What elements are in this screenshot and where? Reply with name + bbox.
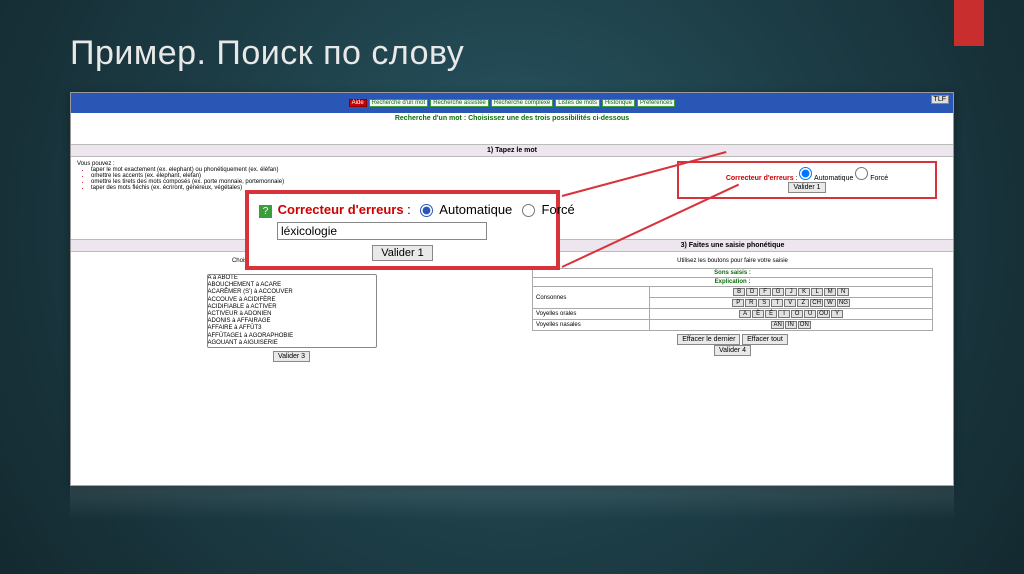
auto-label: Automatique <box>814 175 853 182</box>
key-button[interactable]: G <box>772 288 784 296</box>
key-button[interactable]: P <box>732 299 744 307</box>
slide-shadow <box>70 480 954 520</box>
page-subtitle: Recherche d'un mot : Choisissez une des … <box>71 113 953 124</box>
key-button[interactable]: O <box>791 310 803 318</box>
key-button[interactable]: È <box>752 310 764 318</box>
cons-keys-1[interactable]: BDFGJKLMN <box>653 288 929 296</box>
valider3-button[interactable]: Valider 3 <box>273 351 310 362</box>
force-label: Forcé <box>870 175 888 182</box>
key-button[interactable]: CH <box>810 299 823 307</box>
nav-listes[interactable]: Listes de mots <box>555 99 600 107</box>
key-button[interactable]: S <box>758 299 770 307</box>
sons-row: Sons saisis : <box>533 269 933 278</box>
key-button[interactable]: Y <box>831 310 843 318</box>
nav-recherche-assistee[interactable]: Recherche assistée <box>430 99 489 107</box>
top-bar: Aide Recherche d'un mot Recherche assist… <box>71 93 953 113</box>
slide-title: Пример. Поиск по слову <box>70 34 464 73</box>
key-button[interactable]: U <box>804 310 816 318</box>
auto-radio-small[interactable] <box>799 167 812 180</box>
correcteur-label: Correcteur d'erreurs <box>726 175 794 182</box>
force-radio-small[interactable] <box>855 167 868 180</box>
list-item: ACTIVEUR à ADONIEN <box>208 311 376 318</box>
key-button[interactable]: ON <box>798 321 811 329</box>
key-button[interactable]: K <box>798 288 810 296</box>
list-item: AGOUANT à AIGUISERIE <box>208 340 376 347</box>
list-item: AFFÛTAGE1 à AGORAPHOBIE <box>208 333 376 340</box>
list-item: A à ABOTE <box>208 275 376 282</box>
valider1-button-small[interactable]: Valider 1 <box>788 182 825 193</box>
valider1-button[interactable]: Valider 1 <box>372 245 433 261</box>
cons-keys-2[interactable]: PRSTVZCHWNG <box>653 299 929 307</box>
key-button[interactable]: I <box>778 310 790 318</box>
key-button[interactable]: W <box>824 299 836 307</box>
nav-aide[interactable]: Aide <box>349 99 367 107</box>
correcteur-callout: ? Correcteur d'erreurs : Automatique For… <box>245 190 560 270</box>
help-icon[interactable]: ? <box>259 205 272 218</box>
key-button[interactable]: B <box>733 288 745 296</box>
key-button[interactable]: J <box>785 288 797 296</box>
key-button[interactable]: R <box>745 299 757 307</box>
slide-accent <box>954 0 984 46</box>
key-button[interactable]: Z <box>797 299 809 307</box>
key-button[interactable]: É <box>765 310 777 318</box>
list-item: ACCOUVE à ACIDIFÈRE <box>208 297 376 304</box>
nav-recherche-complexe[interactable]: Recherche complexe <box>491 99 553 107</box>
key-button[interactable]: D <box>746 288 758 296</box>
key-button[interactable]: IN <box>785 321 797 329</box>
top-nav: Aide Recherche d'un mot Recherche assist… <box>349 99 676 107</box>
list-item: ACARÊMER (S') à ACCOUVER <box>208 289 376 296</box>
section1-head: 1) Tapez le mot <box>71 144 953 157</box>
key-button[interactable]: NG <box>837 299 850 307</box>
key-button[interactable]: A <box>739 310 751 318</box>
alpha-listbox[interactable]: A à ABOTE ABOUCHEMENT à ACARE ACARÊMER (… <box>207 274 377 348</box>
key-button[interactable]: L <box>811 288 823 296</box>
key-button[interactable]: V <box>784 299 796 307</box>
tlf-badge: TLF <box>931 95 949 104</box>
key-button[interactable]: N <box>837 288 849 296</box>
vn-keys[interactable]: ANINON <box>653 321 929 329</box>
key-button[interactable]: F <box>759 288 771 296</box>
force-radio[interactable] <box>522 204 535 217</box>
auto-label-big: Automatique <box>439 202 512 217</box>
search-input[interactable] <box>277 222 487 240</box>
nav-recherche-mot[interactable]: Recherche d'un mot <box>369 99 429 107</box>
key-button[interactable]: AN <box>771 321 783 329</box>
auto-radio[interactable] <box>420 204 433 217</box>
nav-preferences[interactable]: Préférences <box>637 99 675 107</box>
valider4-button[interactable]: Valider 4 <box>714 345 751 356</box>
nav-historique[interactable]: Historique <box>602 99 635 107</box>
embedded-screenshot: Aide Recherche d'un mot Recherche assist… <box>70 92 954 486</box>
section3-head: 3) Faites une saisie phonétique <box>512 239 953 252</box>
vo-keys[interactable]: AÈÉIOUOUY <box>653 310 929 318</box>
key-button[interactable]: M <box>824 288 836 296</box>
list-item: AFFAIRE à AFFÛT3 <box>208 325 376 332</box>
effacer-dernier-button[interactable]: Effacer le dernier <box>677 334 740 345</box>
list-item: ACIDIFIABLE à ACTIVER <box>208 304 376 311</box>
key-button[interactable]: OU <box>817 310 830 318</box>
correcteur-label-big: Correcteur d'erreurs <box>278 202 404 217</box>
phonetic-panel: Utilisez les boutons pour faire votre sa… <box>512 252 953 362</box>
expl-row: Explication : <box>533 278 933 287</box>
force-label-big: Forcé <box>542 202 575 217</box>
key-button[interactable]: T <box>771 299 783 307</box>
effacer-tout-button[interactable]: Effacer tout <box>742 334 788 345</box>
